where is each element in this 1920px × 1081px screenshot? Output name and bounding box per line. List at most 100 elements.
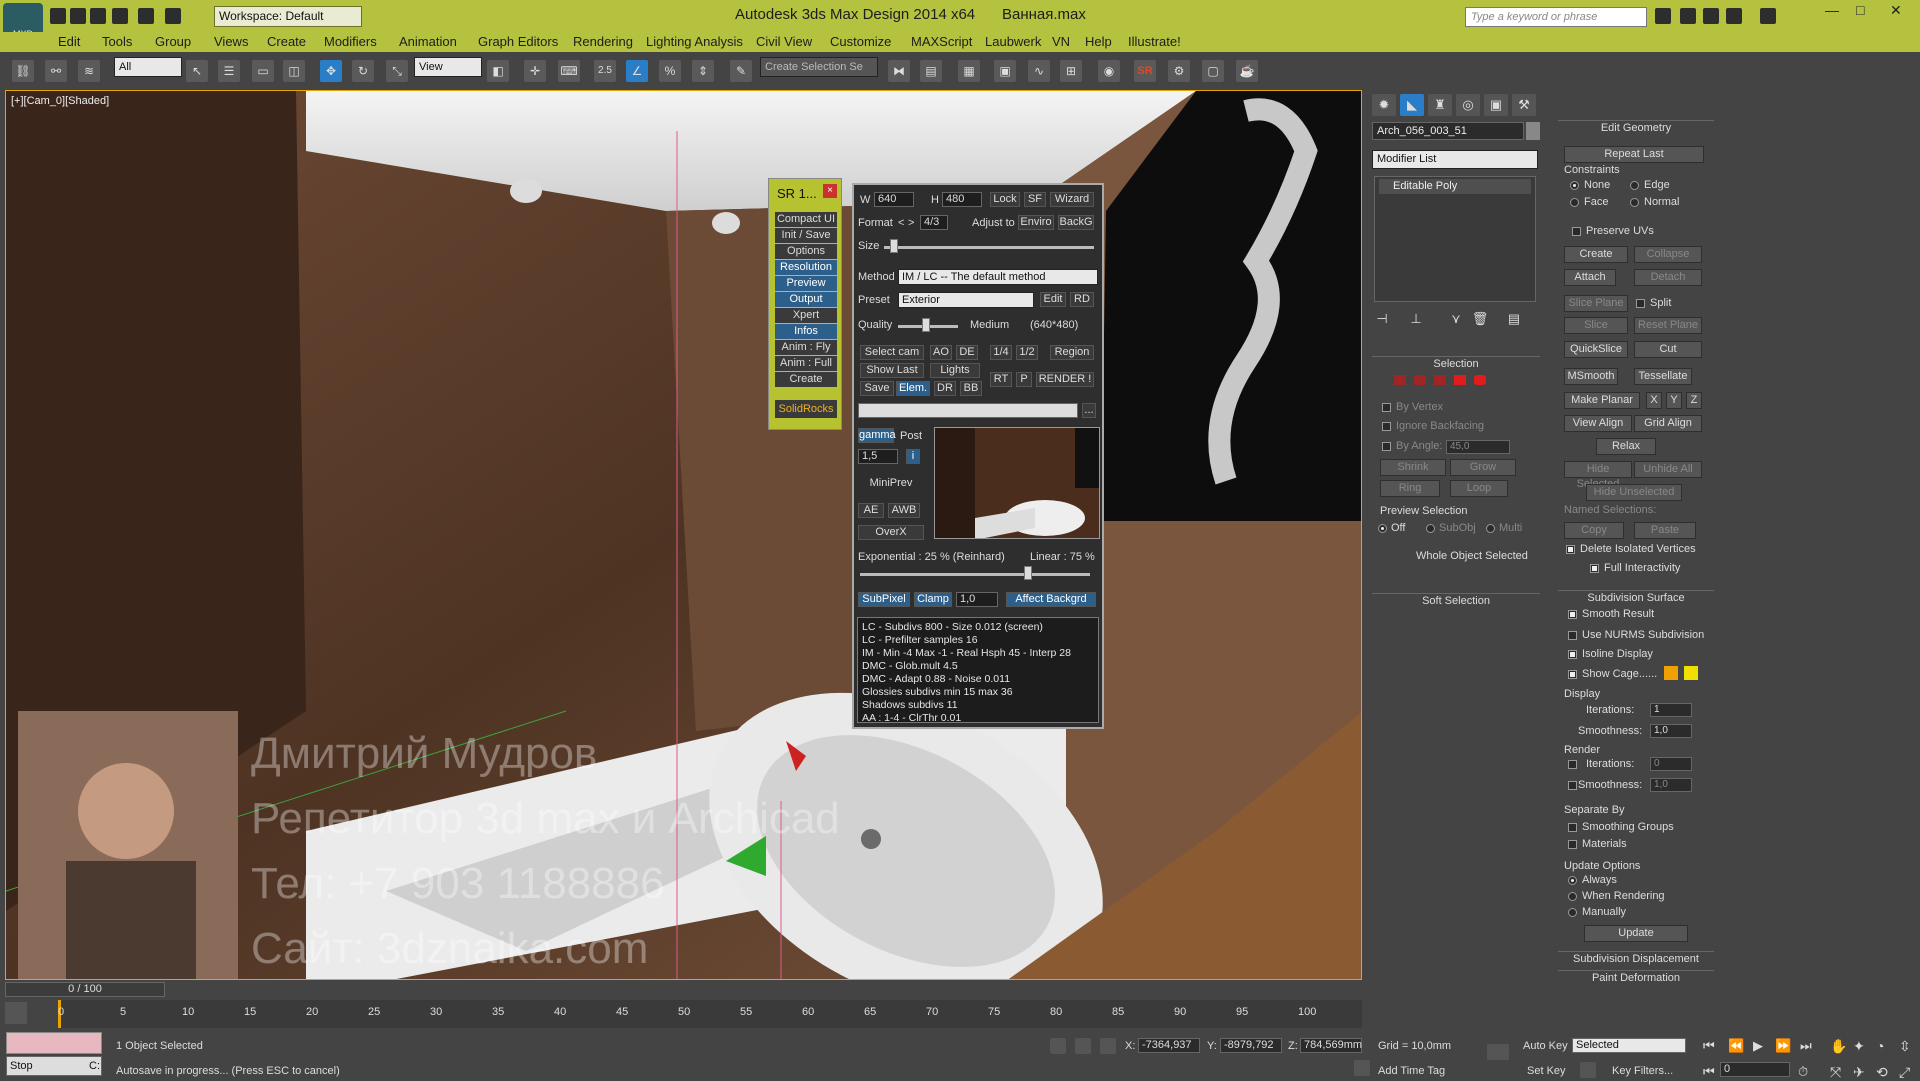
sr-output-button[interactable]: Output (775, 292, 837, 307)
ao-button[interactable]: AO (930, 345, 952, 360)
show-last-button[interactable]: Show Last (860, 363, 924, 378)
dolly-icon[interactable]: ⇳ (1899, 1038, 1911, 1055)
sr-anim-full-button[interactable]: Anim : Full (775, 356, 837, 371)
render-iterations-input[interactable]: 0 (1650, 757, 1692, 771)
select-cam-button[interactable]: Select cam (860, 345, 924, 360)
method-dropdown[interactable]: IM / LC -- The default method (898, 269, 1098, 285)
walk-through-icon[interactable]: ✈ (1853, 1064, 1865, 1081)
wizard-button[interactable]: Wizard (1050, 192, 1094, 207)
named-selection-dropdown[interactable]: Create Selection Se (760, 57, 878, 77)
timeline-track[interactable]: 0 5 10 15 20 25 30 35 40 45 50 55 60 65 … (58, 1000, 1362, 1028)
ae-button[interactable]: AE (858, 503, 884, 518)
planar-x-button[interactable]: X (1646, 392, 1662, 409)
sr-close-icon[interactable]: × (823, 184, 837, 198)
render-production-icon[interactable]: ☕ (1236, 60, 1258, 82)
overx-button[interactable]: OverX (858, 525, 924, 540)
soft-selection-rollout-header[interactable]: Soft Selection (1372, 593, 1540, 608)
select-object-icon[interactable]: ↖ (186, 60, 208, 82)
loop-button[interactable]: Loop (1450, 480, 1508, 497)
render-smoothness-input[interactable]: 1,0 (1650, 778, 1692, 792)
output-path-browse-button[interactable]: ... (1082, 403, 1096, 418)
roll-camera-icon[interactable]: ⟲ (1876, 1064, 1888, 1081)
save-button[interactable]: Save (860, 381, 894, 396)
preview-multi-radio[interactable] (1486, 524, 1495, 533)
preset-edit-button[interactable]: Edit (1040, 292, 1066, 307)
cage-color-swatch[interactable] (1664, 666, 1678, 680)
exposure-slider-handle[interactable] (1024, 566, 1032, 580)
save-file-icon[interactable] (90, 8, 106, 24)
subdivision-surface-rollout-header[interactable]: Subdivision Surface (1558, 590, 1714, 605)
snaps-toggle-icon[interactable]: 2.5 (594, 60, 616, 82)
maxscript-listener-mini[interactable] (6, 1032, 102, 1054)
maximize-viewport-icon[interactable]: ⤢ (1899, 1064, 1910, 1081)
unhide-all-button[interactable]: Unhide All (1634, 461, 1702, 478)
go-to-start-icon[interactable]: ⏮ (1703, 1038, 1715, 1054)
isolate-selection-icon[interactable] (1050, 1038, 1066, 1054)
subdivision-displacement-rollout-header[interactable]: Subdivision Displacement (1558, 951, 1714, 966)
add-time-tag-button[interactable]: Add Time Tag (1378, 1065, 1445, 1077)
mirror-icon[interactable]: ⧓ (888, 60, 910, 82)
keyboard-shortcut-icon[interactable]: ⌨ (558, 60, 580, 82)
y-coord-input[interactable]: -8979,792 (1220, 1038, 1282, 1053)
planar-y-button[interactable]: Y (1666, 392, 1682, 409)
render-iterations-checkbox[interactable] (1568, 760, 1577, 769)
by-angle-checkbox[interactable] (1382, 442, 1391, 451)
menu-rendering[interactable]: Rendering (573, 34, 633, 49)
reset-plane-button[interactable]: Reset Plane (1634, 317, 1702, 334)
info-button[interactable]: i (906, 449, 920, 464)
time-slider[interactable]: 0 / 100 (5, 982, 165, 997)
preview-subobj-radio[interactable] (1426, 524, 1435, 533)
close-window-icon[interactable]: ✕ (1890, 2, 1902, 19)
create-button[interactable]: Create (1564, 246, 1628, 263)
set-keys-icon[interactable] (1580, 1062, 1596, 1078)
menu-customize[interactable]: Customize (830, 34, 891, 49)
open-file-icon[interactable] (70, 8, 86, 24)
tessellate-button[interactable]: Tessellate (1634, 368, 1692, 385)
height-input[interactable]: 480 (942, 192, 982, 207)
quarter-res-button[interactable]: 1/4 (990, 345, 1012, 360)
sr-anim-fly-button[interactable]: Anim : Fly (775, 340, 837, 355)
constraint-edge-radio[interactable] (1630, 181, 1639, 190)
slice-button[interactable]: Slice (1564, 317, 1628, 334)
sr-resolution-button[interactable]: Resolution (775, 260, 837, 275)
paste-button[interactable]: Paste (1634, 522, 1696, 539)
key-filters-button[interactable]: Key Filters... (1612, 1065, 1673, 1077)
modifier-list-dropdown[interactable]: Modifier List (1372, 150, 1538, 169)
previous-frame-icon[interactable]: ⏪ (1728, 1038, 1744, 1054)
stop-label[interactable]: Stop (10, 1060, 33, 1072)
backg-button[interactable]: BackG (1058, 215, 1094, 230)
menu-tools[interactable]: Tools (102, 34, 132, 49)
menu-maxscript[interactable]: MAXScript (911, 34, 972, 49)
planar-z-button[interactable]: Z (1686, 392, 1702, 409)
viewport-lighting-icon[interactable] (1354, 1060, 1370, 1076)
render-smoothness-checkbox[interactable] (1568, 781, 1577, 790)
exposure-slider[interactable] (860, 573, 1090, 576)
spinner-snap-icon[interactable]: ⇕ (692, 60, 714, 82)
edge-mode-icon[interactable] (1414, 375, 1426, 385)
render-setup-icon[interactable]: ⚙ (1168, 60, 1190, 82)
preview-thumbnail[interactable] (934, 427, 1100, 539)
materials-checkbox[interactable] (1568, 840, 1577, 849)
quickslice-button[interactable]: QuickSlice (1564, 341, 1628, 358)
sr-init-save-button[interactable]: Init / Save (775, 228, 837, 243)
cage-selection-color-swatch[interactable] (1684, 666, 1698, 680)
miniprev-button[interactable]: MiniPrev (858, 477, 924, 492)
preset-dropdown[interactable]: Exterior (898, 292, 1034, 308)
de-button[interactable]: DE (956, 345, 978, 360)
link-icon[interactable]: ⛓ (12, 60, 34, 82)
communication-icon[interactable] (1703, 8, 1719, 24)
vertex-mode-icon[interactable] (1394, 375, 1406, 385)
edit-geometry-rollout-header[interactable]: Edit Geometry (1558, 120, 1714, 135)
rendered-frame-window-icon[interactable]: ▢ (1202, 60, 1224, 82)
gamma-value-input[interactable]: 1,5 (858, 449, 898, 464)
menu-illustrate[interactable]: Illustrate! (1128, 34, 1181, 49)
by-vertex-checkbox[interactable] (1382, 403, 1391, 412)
sr-preview-button[interactable]: Preview (775, 276, 837, 291)
format-prev-button[interactable]: < (898, 217, 904, 229)
window-crossing-icon[interactable]: ◫ (283, 60, 305, 82)
material-editor-icon[interactable]: ◉ (1098, 60, 1120, 82)
menu-edit[interactable]: Edit (58, 34, 80, 49)
z-coord-input[interactable]: 784,569mm (1300, 1038, 1362, 1053)
modify-tab-icon[interactable]: ◣ (1400, 94, 1424, 116)
selection-lock-icon[interactable] (1075, 1038, 1091, 1054)
